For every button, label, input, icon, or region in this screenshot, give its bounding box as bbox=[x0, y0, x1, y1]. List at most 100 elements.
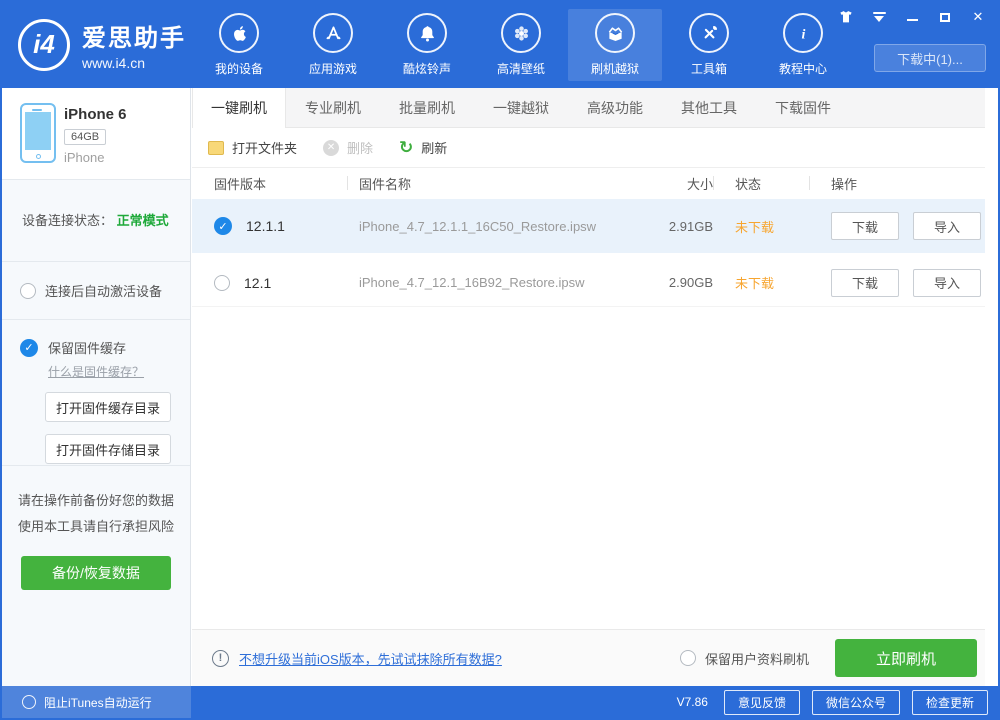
firmware-toolbar: 打开文件夹 ✕ 删除 ↻ 刷新 bbox=[192, 128, 985, 168]
open-cache-dir-button[interactable]: 打开固件缓存目录 bbox=[45, 392, 171, 422]
tab-one-key-flash[interactable]: 一键刷机 bbox=[192, 88, 286, 128]
download-button[interactable]: 下载 bbox=[831, 269, 899, 297]
erase-data-link[interactable]: 不想升级当前iOS版本，先试试抹除所有数据? bbox=[239, 649, 502, 668]
status-bar: 阻止iTunes自动运行 V7.86 意见反馈 微信公众号 检查更新 bbox=[2, 686, 998, 718]
col-actions: 操作 bbox=[809, 174, 985, 193]
tab-advanced[interactable]: 高级功能 bbox=[568, 88, 662, 127]
tab-download-firmware[interactable]: 下载固件 bbox=[756, 88, 850, 127]
skin-icon[interactable] bbox=[838, 9, 854, 25]
connection-status: 设备连接状态： 正常模式 bbox=[2, 180, 190, 262]
nav-label: 高清壁纸 bbox=[497, 60, 545, 77]
header: i4 爱思助手 www.i4.cn 我的设备 应用游戏 bbox=[2, 2, 998, 88]
nav-ringtones[interactable]: 酷炫铃声 bbox=[380, 9, 474, 81]
keep-cache-checkbox[interactable]: ✓ bbox=[20, 339, 38, 357]
alert-icon: ! bbox=[212, 650, 229, 667]
nav-tutorials[interactable]: i 教程中心 bbox=[756, 9, 850, 81]
block-itunes-label: 阻止iTunes自动运行 bbox=[44, 694, 152, 711]
firmware-name: iPhone_4.7_12.1_16B92_Restore.ipsw bbox=[347, 275, 627, 290]
nav-label: 工具箱 bbox=[691, 60, 727, 77]
row-unselected-radio[interactable] bbox=[214, 275, 230, 291]
folder-icon bbox=[208, 141, 224, 155]
app-window: i4 爱思助手 www.i4.cn 我的设备 应用游戏 bbox=[0, 0, 1000, 720]
wechat-account-button[interactable]: 微信公众号 bbox=[812, 690, 900, 715]
keep-user-data-label: 保留用户资料刷机 bbox=[705, 649, 809, 668]
window-controls: ✕ bbox=[838, 9, 986, 25]
block-itunes-radio[interactable] bbox=[22, 695, 36, 709]
table-header: 固件版本 固件名称 大小 状态 操作 bbox=[192, 168, 985, 198]
warning-line-1: 请在操作前备份好您的数据 bbox=[2, 488, 190, 514]
refresh-button[interactable]: ↻ 刷新 bbox=[399, 138, 447, 157]
warning-line-2: 使用本工具请自行承担风险 bbox=[2, 514, 190, 540]
bell-icon bbox=[407, 13, 447, 53]
table-row[interactable]: ✓ 12.1.1 iPhone_4.7_12.1.1_16C50_Restore… bbox=[192, 199, 985, 253]
close-icon[interactable]: ✕ bbox=[970, 9, 986, 25]
maximize-icon[interactable] bbox=[937, 9, 953, 25]
import-button[interactable]: 导入 bbox=[913, 269, 981, 297]
flash-now-button[interactable]: 立即刷机 bbox=[835, 639, 977, 677]
empty-area bbox=[192, 307, 985, 629]
svg-text:i: i bbox=[801, 27, 805, 42]
main-content: 一键刷机 专业刷机 批量刷机 一键越狱 高级功能 其他工具 下载固件 打开文件夹… bbox=[192, 88, 998, 686]
logo-i4-icon: i4 bbox=[18, 19, 70, 71]
nav-label: 我的设备 bbox=[215, 60, 263, 77]
nav-label: 酷炫铃声 bbox=[403, 60, 451, 77]
app-logo: i4 爱思助手 www.i4.cn bbox=[18, 18, 186, 71]
nav-wallpapers[interactable]: 高清壁纸 bbox=[474, 9, 568, 81]
main-nav: 我的设备 应用游戏 酷炫铃声 高清壁纸 bbox=[192, 2, 850, 88]
app-title: 爱思助手 bbox=[82, 18, 186, 53]
minimize-icon[interactable] bbox=[904, 9, 920, 25]
connection-value: 正常模式 bbox=[117, 213, 169, 228]
download-button[interactable]: 下载 bbox=[831, 212, 899, 240]
tab-pro-flash[interactable]: 专业刷机 bbox=[286, 88, 380, 127]
sidebar: iPhone 6 64GB iPhone 设备连接状态： 正常模式 连接后自动激… bbox=[2, 88, 191, 686]
backup-restore-button[interactable]: 备份/恢复数据 bbox=[21, 556, 171, 590]
tab-other-tools[interactable]: 其他工具 bbox=[662, 88, 756, 127]
apple-icon bbox=[219, 13, 259, 53]
device-capacity-badge: 64GB bbox=[64, 129, 106, 145]
cache-help-link[interactable]: 什么是固件缓存？ bbox=[48, 363, 190, 380]
delete-icon: ✕ bbox=[323, 140, 339, 156]
row-selected-radio[interactable]: ✓ bbox=[214, 217, 232, 235]
keep-cache-label: 保留固件缓存 bbox=[48, 338, 126, 357]
keep-user-data-radio[interactable] bbox=[680, 650, 696, 666]
firmware-status: 未下载 bbox=[713, 217, 809, 236]
check-update-button[interactable]: 检查更新 bbox=[912, 690, 988, 715]
firmware-name: iPhone_4.7_12.1.1_16C50_Restore.ipsw bbox=[347, 219, 627, 234]
device-model: iPhone bbox=[64, 150, 127, 165]
nav-label: 应用游戏 bbox=[309, 60, 357, 77]
nav-apps-games[interactable]: 应用游戏 bbox=[286, 9, 380, 81]
refresh-icon: ↻ bbox=[399, 139, 413, 156]
table-row[interactable]: 12.1 iPhone_4.7_12.1_16B92_Restore.ipsw … bbox=[192, 259, 985, 307]
firmware-version: 12.1 bbox=[244, 275, 271, 291]
downloading-button[interactable]: 下载中(1)... bbox=[874, 44, 986, 72]
open-storage-dir-button[interactable]: 打开固件存储目录 bbox=[45, 434, 171, 464]
col-size: 大小 bbox=[627, 174, 713, 193]
open-folder-button[interactable]: 打开文件夹 bbox=[208, 138, 297, 157]
firmware-version: 12.1.1 bbox=[246, 218, 285, 234]
feedback-button[interactable]: 意见反馈 bbox=[724, 690, 800, 715]
flower-wallpaper-icon bbox=[501, 13, 541, 53]
main-menu-icon[interactable] bbox=[871, 9, 887, 25]
iphone-icon bbox=[20, 103, 56, 163]
app-url: www.i4.cn bbox=[82, 55, 186, 71]
nav-label: 教程中心 bbox=[779, 60, 827, 77]
tab-batch-flash[interactable]: 批量刷机 bbox=[380, 88, 474, 127]
auto-activate-option[interactable]: 连接后自动激活设备 bbox=[2, 262, 190, 320]
nav-flash-jailbreak[interactable]: 刷机越狱 bbox=[568, 9, 662, 81]
delete-button[interactable]: ✕ 删除 bbox=[323, 138, 373, 157]
toolbox-icon bbox=[689, 13, 729, 53]
appstore-icon bbox=[313, 13, 353, 53]
nav-toolbox[interactable]: 工具箱 bbox=[662, 9, 756, 81]
auto-activate-radio[interactable] bbox=[20, 283, 36, 299]
nav-my-device[interactable]: 我的设备 bbox=[192, 9, 286, 81]
info-icon: i bbox=[783, 13, 823, 53]
col-status: 状态 bbox=[713, 174, 809, 193]
import-button[interactable]: 导入 bbox=[913, 212, 981, 240]
tab-one-key-jailbreak[interactable]: 一键越狱 bbox=[474, 88, 568, 127]
col-firmware-version: 固件版本 bbox=[192, 174, 347, 193]
block-itunes-option[interactable]: 阻止iTunes自动运行 bbox=[2, 686, 191, 718]
flash-action-bar: ! 不想升级当前iOS版本，先试试抹除所有数据? 保留用户资料刷机 立即刷机 bbox=[192, 629, 985, 686]
tab-bar: 一键刷机 专业刷机 批量刷机 一键越狱 高级功能 其他工具 下载固件 bbox=[192, 88, 985, 128]
nav-label: 刷机越狱 bbox=[591, 60, 639, 77]
firmware-size: 2.91GB bbox=[627, 219, 713, 234]
